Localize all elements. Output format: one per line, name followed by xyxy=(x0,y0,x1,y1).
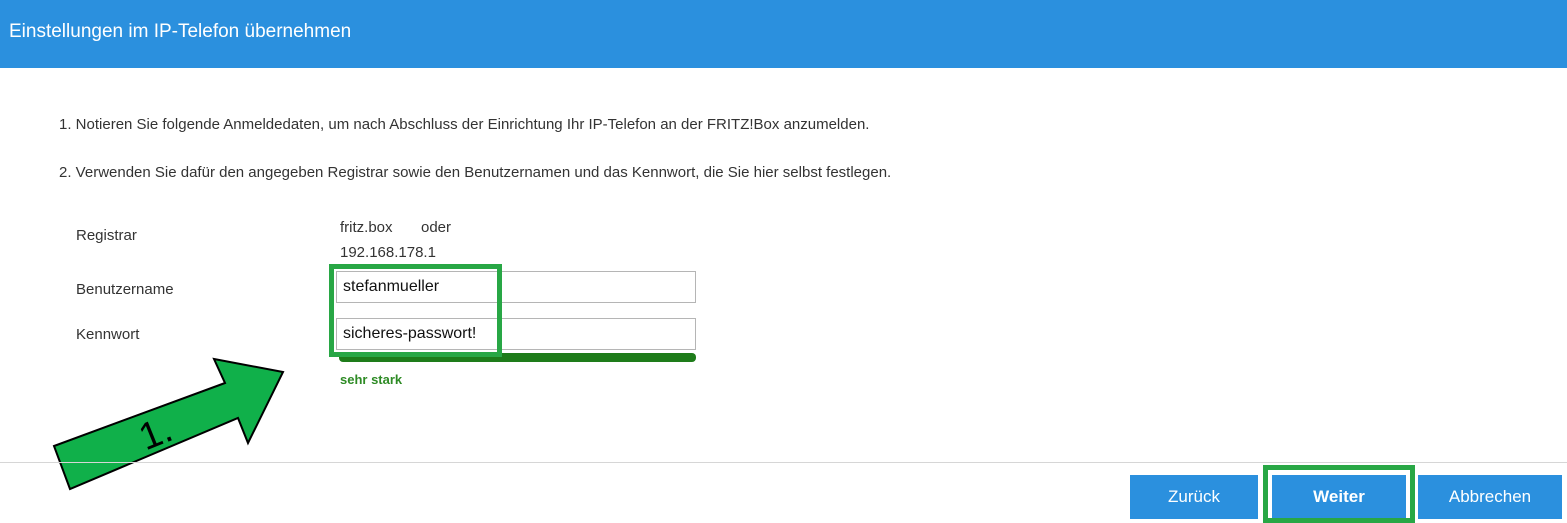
registrar-or-text: oder xyxy=(421,219,452,236)
header-bar: Einstellungen im IP-Telefon übernehmen xyxy=(0,0,1567,68)
cancel-button[interactable]: Abbrechen xyxy=(1418,475,1562,519)
credentials-highlight-box xyxy=(329,264,502,357)
page-title: Einstellungen im IP-Telefon übernehmen xyxy=(9,21,352,42)
back-button[interactable]: Zurück xyxy=(1130,475,1258,519)
registrar-label: Registrar xyxy=(76,227,137,244)
registrar-hostname: fritz.box xyxy=(340,219,393,236)
password-strength-label: sehr stark xyxy=(340,372,403,387)
annotation-arrow: 1. xyxy=(52,357,285,491)
registrar-ip: 192.168.178.1 xyxy=(340,244,436,261)
instruction-step-2: 2. Verwenden Sie dafür den angegeben Reg… xyxy=(59,164,892,181)
password-label: Kennwort xyxy=(76,326,140,343)
footer-divider xyxy=(0,462,1567,463)
instruction-step-1: 1. Notieren Sie folgende Anmeldedaten, u… xyxy=(59,116,870,133)
username-label: Benutzername xyxy=(76,281,174,298)
next-button-highlight-box xyxy=(1263,465,1415,523)
